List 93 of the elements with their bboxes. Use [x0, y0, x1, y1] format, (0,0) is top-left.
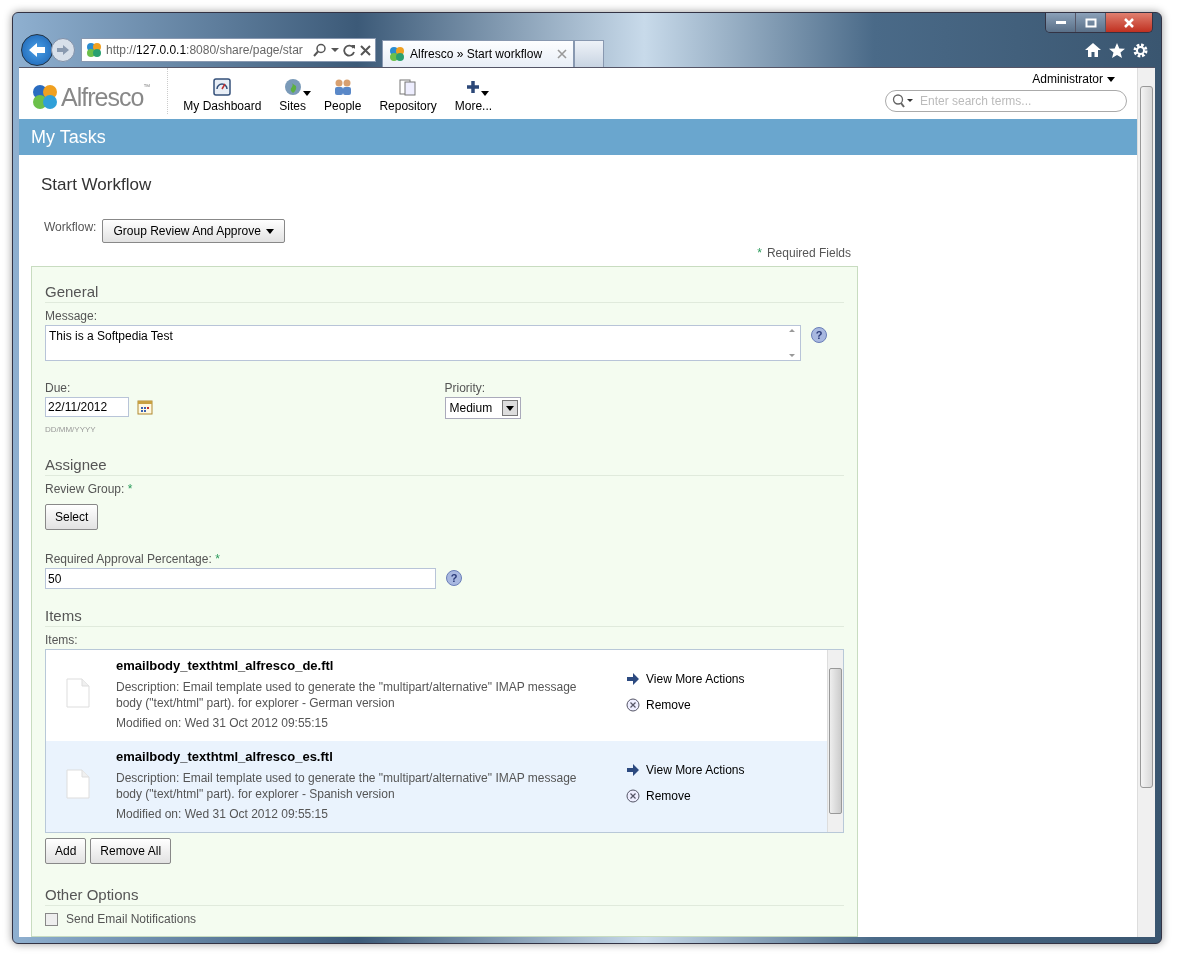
- checkbox[interactable]: [45, 912, 58, 926]
- workflow-dropdown[interactable]: Group Review And Approve: [102, 219, 285, 243]
- section-heading: General: [45, 283, 844, 303]
- close-button[interactable]: [1106, 13, 1152, 32]
- required-mark: *: [215, 552, 220, 566]
- item-description: Description: Email template used to generate the "multipart/alternative" IMAP message body ("text/html" part). for explorer - German version: [116, 679, 578, 711]
- calendar-icon[interactable]: [137, 399, 153, 415]
- add-button[interactable]: Add: [45, 838, 87, 864]
- message-field[interactable]: This is a Softpedia Test: [45, 325, 801, 361]
- workflow-label: Workflow:: [44, 220, 97, 234]
- search-field[interactable]: Enter search terms...: [885, 90, 1127, 112]
- caret-icon: [265, 228, 274, 234]
- remove-all-button[interactable]: Remove All: [90, 838, 172, 864]
- scroll-arrows-icon[interactable]: [787, 326, 797, 360]
- caret-icon: [1107, 76, 1115, 82]
- star-icon[interactable]: [1108, 41, 1126, 59]
- field-label: Due:: [45, 381, 72, 395]
- close-icon[interactable]: [557, 48, 567, 59]
- scrollbar[interactable]: [827, 650, 843, 832]
- close-icon: [1122, 17, 1136, 28]
- browser-tab[interactable]: Alfresco » Start workflow: [382, 39, 574, 67]
- document-icon: [66, 769, 90, 799]
- view-more-actions-link[interactable]: View More Actions: [626, 763, 745, 777]
- caret-icon[interactable]: [331, 47, 339, 53]
- address-bar[interactable]: http://127.0.0.1:8080/share/page/star: [81, 38, 376, 62]
- maximize-button[interactable]: [1076, 13, 1106, 32]
- flower-icon: [86, 42, 102, 58]
- tab-title: Alfresco » Start workflow: [410, 46, 544, 61]
- minimize-icon: [1055, 21, 1066, 24]
- section-heading: Other Options: [45, 886, 844, 906]
- nav-item[interactable]: People: [315, 68, 371, 113]
- section-heading: Items: [45, 607, 844, 627]
- title-bar-text: My Tasks: [31, 126, 106, 148]
- arrow-icon: [626, 763, 640, 777]
- field-label: Items:: [45, 633, 78, 647]
- date-format-hint: DD/MM/YYYY: [45, 425, 97, 434]
- view-more-actions-link[interactable]: View More Actions: [626, 672, 745, 686]
- item-modified: Modified on: Wed 31 Oct 2012 09:55:15: [116, 716, 329, 730]
- checkbox-label: Send Email Notifications: [66, 912, 197, 926]
- flower-icon: [31, 83, 59, 111]
- select-button[interactable]: Select: [45, 504, 99, 530]
- new-tab-button[interactable]: [574, 39, 604, 67]
- item-row[interactable]: [46, 741, 827, 832]
- logo-text: Alfresco$^{™}$: [61, 82, 150, 112]
- search-icon[interactable]: [313, 43, 327, 57]
- page-title: Start Workflow: [41, 175, 153, 195]
- flower-icon: [389, 45, 405, 62]
- stop-icon[interactable]: [360, 44, 371, 56]
- people-icon: [332, 78, 353, 96]
- remove-icon: [626, 698, 640, 712]
- field-label: Message:: [45, 309, 98, 323]
- required-mark: *: [757, 246, 762, 260]
- required-mark: *: [127, 482, 133, 496]
- refresh-icon[interactable]: [343, 43, 356, 57]
- minimize-button[interactable]: [1046, 13, 1076, 32]
- back-button[interactable]: [21, 34, 53, 66]
- remove-link[interactable]: Remove: [626, 789, 745, 803]
- caret-icon: [505, 405, 514, 411]
- arrow-icon: [27, 41, 47, 59]
- gear-icon[interactable]: [1132, 41, 1149, 59]
- help-icon[interactable]: ?: [446, 570, 462, 586]
- remove-link[interactable]: Remove: [626, 698, 745, 712]
- field-label: Priority:: [444, 381, 487, 395]
- arrow-icon: [56, 44, 70, 56]
- gauge-icon: [213, 78, 232, 96]
- plus-icon: [466, 80, 481, 94]
- help-icon[interactable]: ?: [811, 327, 827, 343]
- item-description: Description: Email template used to generate the "multipart/alternative" IMAP message body ("text/html" part). for explorer - Spanish version: [116, 770, 578, 802]
- page-scrollbar[interactable]: [1137, 68, 1155, 937]
- search-icon[interactable]: [892, 94, 914, 108]
- documents-icon: [399, 78, 418, 96]
- date-field[interactable]: 22/11/2012: [45, 397, 129, 417]
- nav-item[interactable]: Sites: [270, 68, 316, 113]
- document-icon: [66, 678, 90, 708]
- arrow-icon: [626, 672, 640, 686]
- percentage-field[interactable]: 50: [45, 568, 436, 589]
- item-name[interactable]: emailbody_texthtml_alfresco_es.ftl: [116, 749, 586, 764]
- priority-select[interactable]: Medium: [444, 397, 521, 419]
- field-label: Review Group:: [45, 482, 125, 496]
- maximize-icon: [1084, 17, 1097, 28]
- user-menu[interactable]: Administrator: [1032, 72, 1115, 86]
- url-text: http://127.0.0.1:8080/share/page/star: [106, 43, 304, 57]
- required-note: Required Fields: [766, 246, 851, 260]
- item-name[interactable]: emailbody_texthtml_alfresco_de.ftl: [116, 658, 586, 673]
- field-label: Required Approval Percentage:: [45, 552, 212, 566]
- item-modified: Modified on: Wed 31 Oct 2012 09:55:15: [116, 807, 329, 821]
- section-heading: Assignee: [45, 456, 844, 476]
- nav-item[interactable]: Repository: [370, 68, 446, 113]
- nav-item[interactable]: More...: [445, 68, 502, 113]
- remove-icon: [626, 789, 640, 803]
- globe-icon: [283, 78, 302, 96]
- home-icon[interactable]: [1084, 42, 1102, 58]
- nav-item[interactable]: My Dashboard: [174, 68, 271, 113]
